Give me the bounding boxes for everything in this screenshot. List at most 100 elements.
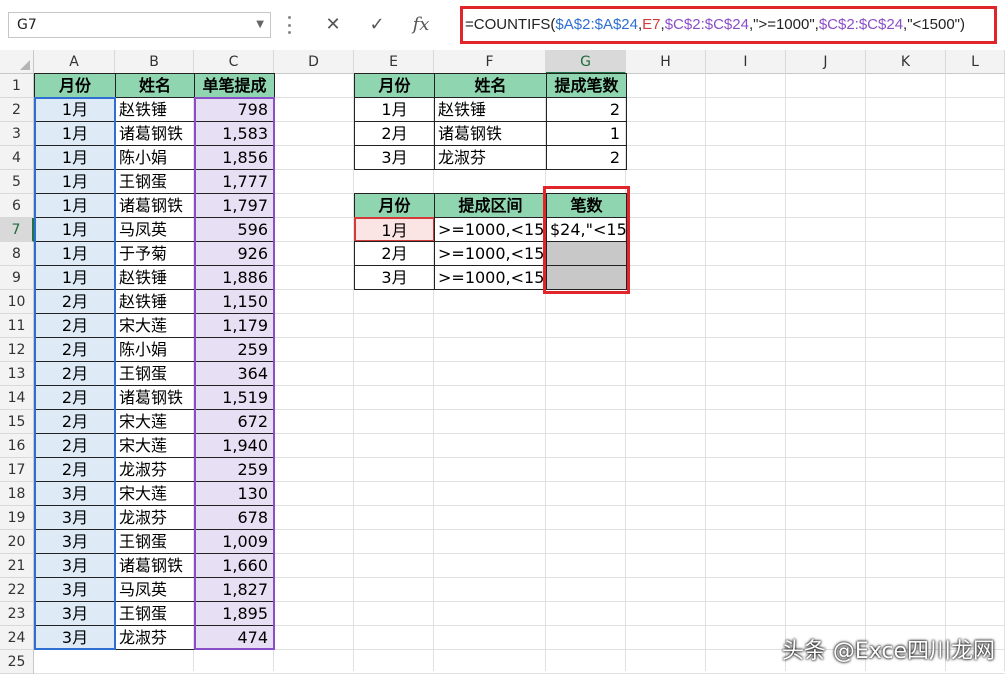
- commission-cell[interactable]: 1,519: [194, 385, 275, 410]
- commission-cell[interactable]: 926: [194, 241, 275, 266]
- commission-cell[interactable]: 1,009: [194, 529, 275, 554]
- commission-cell[interactable]: 1,150: [194, 289, 275, 314]
- month-cell[interactable]: 1月: [34, 241, 116, 266]
- name-cell[interactable]: 赵铁锤: [115, 97, 195, 122]
- commission-cell[interactable]: 678: [194, 505, 275, 530]
- worksheet-grid[interactable]: A B C D E F G H I J K L 1 2 3 4 5 6 7 8 9 10 11 12 13 14 15 16 17 18 1…: [0, 50, 1005, 674]
- commission-cell[interactable]: 1,179: [194, 313, 275, 338]
- row-header-14[interactable]: 14: [0, 386, 34, 410]
- summary-name-cell[interactable]: 龙淑芬: [434, 145, 547, 170]
- row-header-15[interactable]: 15: [0, 410, 34, 434]
- month-cell[interactable]: 2月: [34, 337, 116, 362]
- column-header-c[interactable]: C: [194, 50, 274, 74]
- commission-cell[interactable]: 1,777: [194, 169, 275, 194]
- table-header-cell[interactable]: 月份: [34, 73, 116, 98]
- column-header-h[interactable]: H: [626, 50, 706, 74]
- column-header-a[interactable]: A: [34, 50, 115, 74]
- row-header-19[interactable]: 19: [0, 506, 34, 530]
- select-all-corner[interactable]: [0, 50, 34, 74]
- column-header-i[interactable]: I: [706, 50, 786, 74]
- commission-cell[interactable]: 474: [194, 625, 275, 650]
- range-month-cell[interactable]: 3月: [354, 265, 435, 290]
- row-header-6[interactable]: 6: [0, 194, 34, 218]
- commission-cell[interactable]: 259: [194, 457, 275, 482]
- month-cell[interactable]: 2月: [34, 313, 116, 338]
- cancel-button[interactable]: ✕: [318, 12, 348, 38]
- name-cell[interactable]: 诸葛钢铁: [115, 553, 195, 578]
- name-cell[interactable]: 宋大莲: [115, 481, 195, 506]
- row-header-25[interactable]: 25: [0, 650, 34, 674]
- drag-handle-icon[interactable]: [286, 16, 292, 34]
- range-header-cell[interactable]: 月份: [354, 193, 435, 218]
- insert-function-button[interactable]: fx: [406, 12, 436, 38]
- range-interval-cell[interactable]: >=1000,<1500: [434, 241, 547, 266]
- row-header-22[interactable]: 22: [0, 578, 34, 602]
- row-header-2[interactable]: 2: [0, 98, 34, 122]
- summary-month-cell[interactable]: 3月: [354, 145, 435, 170]
- commission-cell[interactable]: 1,886: [194, 265, 275, 290]
- name-cell[interactable]: 马凤英: [115, 217, 195, 242]
- column-header-g[interactable]: G: [546, 50, 626, 74]
- name-cell[interactable]: 宋大莲: [115, 433, 195, 458]
- month-cell[interactable]: 1月: [34, 97, 116, 122]
- row-header-21[interactable]: 21: [0, 554, 34, 578]
- summary-name-cell[interactable]: 诸葛钢铁: [434, 121, 547, 146]
- row-header-4[interactable]: 4: [0, 146, 34, 170]
- row-header-5[interactable]: 5: [0, 170, 34, 194]
- row-header-9[interactable]: 9: [0, 266, 34, 290]
- name-cell[interactable]: 陈小娟: [115, 337, 195, 362]
- name-cell[interactable]: 赵铁锤: [115, 289, 195, 314]
- name-cell[interactable]: 王钢蛋: [115, 361, 195, 386]
- commission-cell[interactable]: 1,940: [194, 433, 275, 458]
- row-header-17[interactable]: 17: [0, 458, 34, 482]
- summary-month-cell[interactable]: 2月: [354, 121, 435, 146]
- summary-header-cell[interactable]: 月份: [354, 73, 435, 98]
- month-cell[interactable]: 1月: [34, 169, 116, 194]
- row-header-13[interactable]: 13: [0, 362, 34, 386]
- summary-month-cell[interactable]: 1月: [354, 97, 435, 122]
- commission-cell[interactable]: 596: [194, 217, 275, 242]
- summary-count-cell[interactable]: 1: [546, 121, 627, 146]
- month-cell[interactable]: 3月: [34, 481, 116, 506]
- name-cell[interactable]: 宋大莲: [115, 409, 195, 434]
- commission-cell[interactable]: 364: [194, 361, 275, 386]
- summary-header-cell[interactable]: 姓名: [434, 73, 547, 98]
- name-cell[interactable]: 王钢蛋: [115, 529, 195, 554]
- month-cell[interactable]: 1月: [34, 265, 116, 290]
- name-cell[interactable]: 龙淑芬: [115, 625, 195, 650]
- month-cell[interactable]: 2月: [34, 409, 116, 434]
- month-cell[interactable]: 2月: [34, 385, 116, 410]
- name-cell[interactable]: 于予菊: [115, 241, 195, 266]
- chevron-down-icon[interactable]: ▼: [256, 13, 264, 37]
- name-cell[interactable]: 宋大莲: [115, 313, 195, 338]
- row-header-23[interactable]: 23: [0, 602, 34, 626]
- month-cell[interactable]: 2月: [34, 361, 116, 386]
- column-header-l[interactable]: L: [946, 50, 1005, 74]
- month-cell[interactable]: 3月: [34, 577, 116, 602]
- month-cell[interactable]: 2月: [34, 433, 116, 458]
- row-header-10[interactable]: 10: [0, 290, 34, 314]
- month-cell[interactable]: 3月: [34, 625, 116, 650]
- month-cell[interactable]: 1月: [34, 217, 116, 242]
- range-interval-cell[interactable]: >=1000,<1500: [434, 217, 547, 242]
- commission-cell[interactable]: 798: [194, 97, 275, 122]
- commission-cell[interactable]: 1,827: [194, 577, 275, 602]
- month-cell[interactable]: 1月: [34, 193, 116, 218]
- row-header-7[interactable]: 7: [0, 218, 34, 242]
- summary-count-cell[interactable]: 2: [546, 145, 627, 170]
- row-header-20[interactable]: 20: [0, 530, 34, 554]
- name-cell[interactable]: 龙淑芬: [115, 457, 195, 482]
- row-header-18[interactable]: 18: [0, 482, 34, 506]
- row-header-12[interactable]: 12: [0, 338, 34, 362]
- summary-count-cell[interactable]: 2: [546, 97, 627, 122]
- column-header-k[interactable]: K: [866, 50, 946, 74]
- month-cell[interactable]: 1月: [34, 145, 116, 170]
- row-header-11[interactable]: 11: [0, 314, 34, 338]
- commission-cell[interactable]: 1,895: [194, 601, 275, 626]
- row-header-3[interactable]: 3: [0, 122, 34, 146]
- month-cell[interactable]: 3月: [34, 601, 116, 626]
- name-cell[interactable]: 王钢蛋: [115, 169, 195, 194]
- commission-cell[interactable]: 1,856: [194, 145, 275, 170]
- month-cell[interactable]: 2月: [34, 457, 116, 482]
- table-header-cell[interactable]: 姓名: [115, 73, 195, 98]
